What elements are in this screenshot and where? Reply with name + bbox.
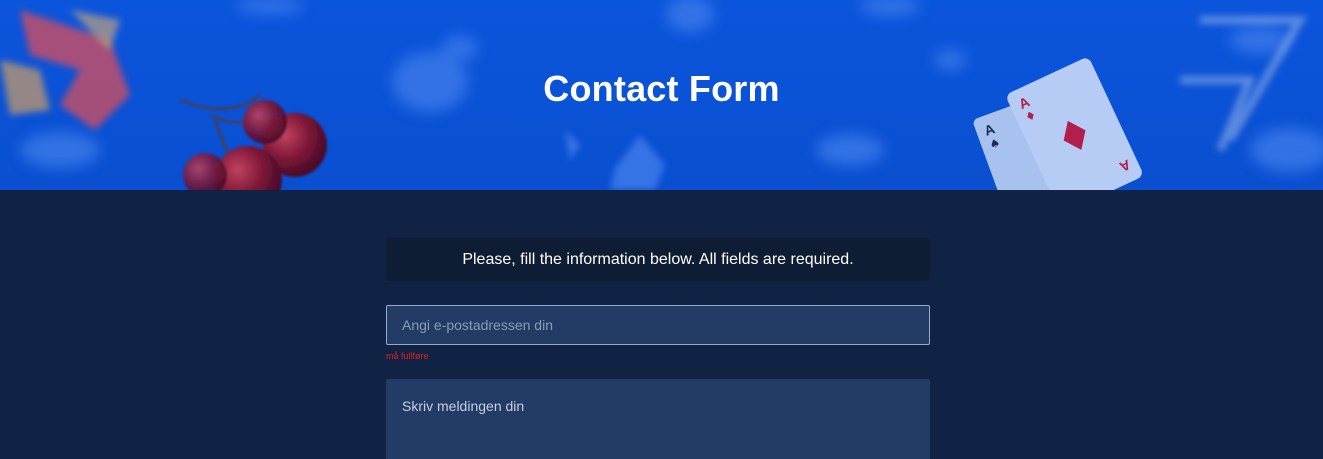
message-field[interactable] <box>386 379 930 459</box>
hero-banner: A ♠ A ♦ A Contact Form <box>0 0 1323 190</box>
page-title: Contact Form <box>543 68 780 109</box>
email-field[interactable] <box>386 305 930 345</box>
contact-form-section: Please, fill the information below. All … <box>0 190 1323 459</box>
email-error-message: må fullføre <box>386 351 429 361</box>
form-instructions: Please, fill the information below. All … <box>386 238 930 281</box>
